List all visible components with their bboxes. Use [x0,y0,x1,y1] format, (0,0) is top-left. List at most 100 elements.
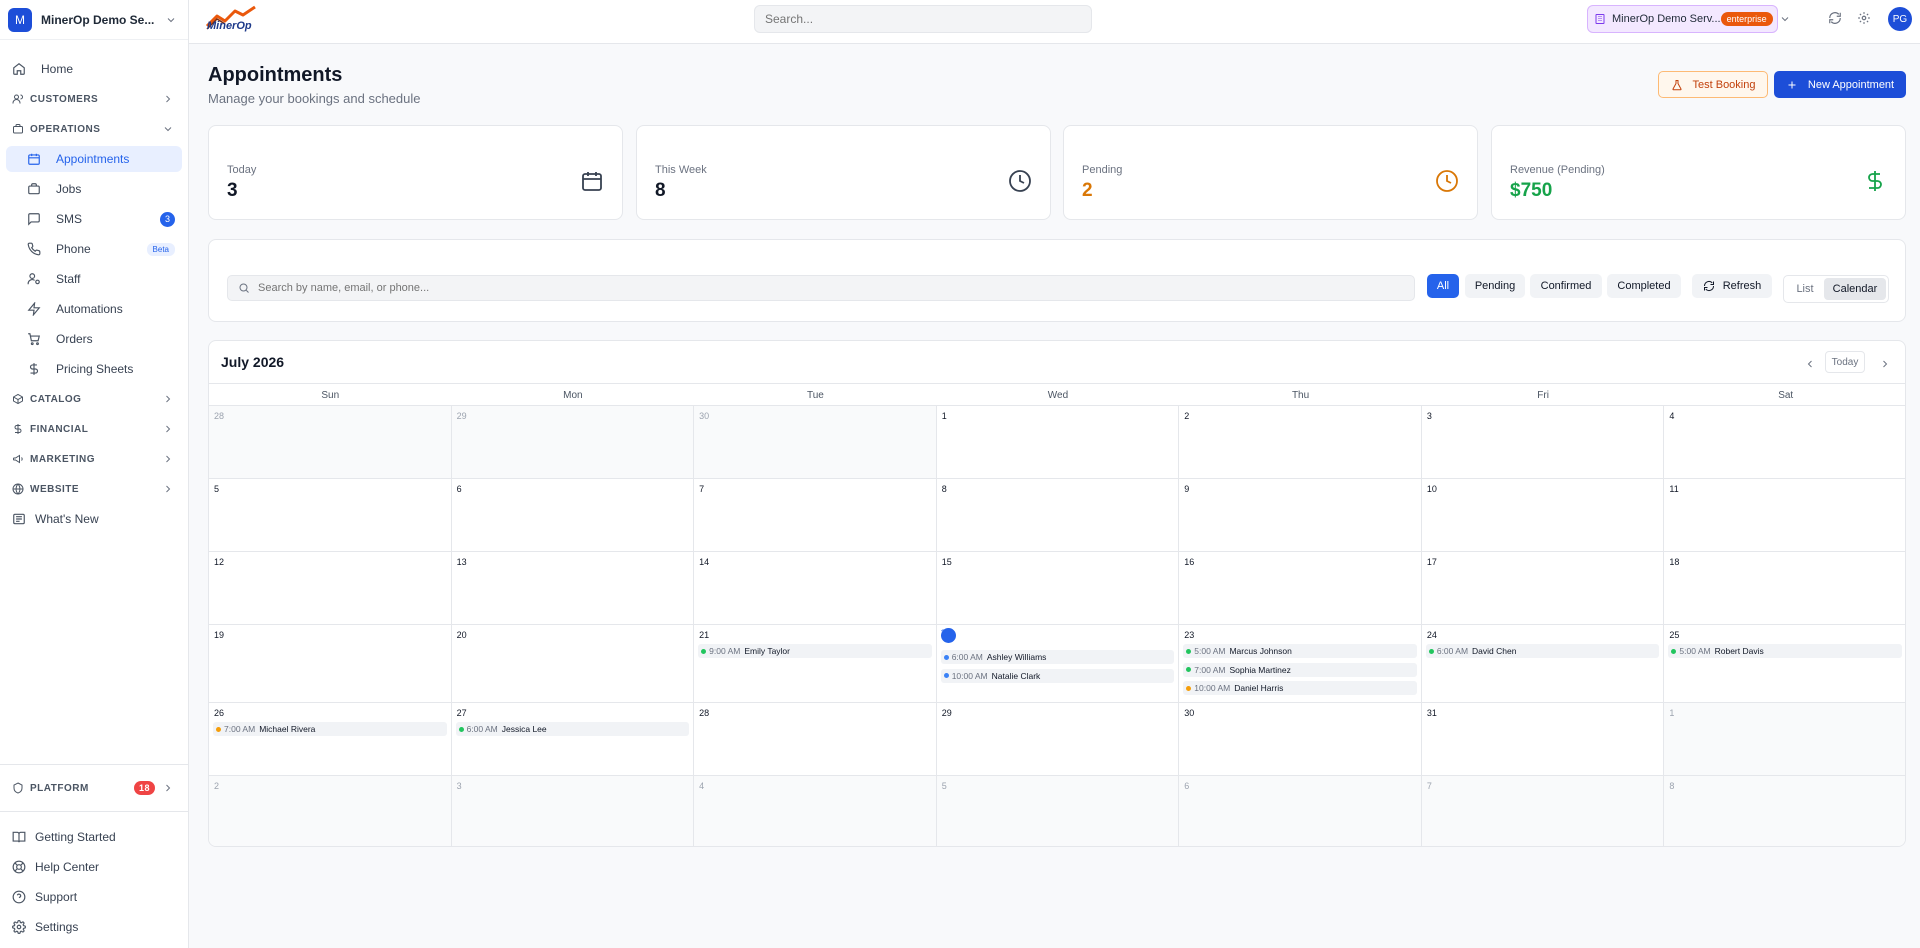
calendar-day-cell[interactable]: 24 6:00 AM David Chen [1421,624,1665,702]
calendar-day-cell[interactable]: 29 [451,405,695,478]
calendar-day-cell[interactable]: 5 [209,478,452,551]
calendar-day-cell[interactable]: 3 [1421,405,1665,478]
sidebar-item-help-center[interactable]: Help Center [6,854,182,880]
calendar-day-cell[interactable]: 30 [694,405,937,478]
calendar-day-cell[interactable]: 9 [1179,478,1422,551]
calendar-day-cell[interactable]: 21 9:00 AM Emily Taylor [694,624,937,702]
appointment-event[interactable]: 7:00 AM Sophia Martinez [1183,662,1417,677]
view-calendar-button[interactable]: Calendar [1824,278,1886,300]
calendar-day-cell[interactable]: 20 [451,624,695,702]
calendar-day-cell[interactable]: 7 [694,478,937,551]
calendar-day-cell[interactable]: 13 [451,551,695,624]
filter-completed-button[interactable]: Completed [1607,274,1681,298]
new-appointment-button[interactable]: New Appointment [1774,71,1906,98]
calendar-day-cell[interactable]: 2 [1179,405,1422,478]
sidebar-section-customers[interactable]: CUSTOMERS [6,86,182,112]
calendar-day-cell[interactable]: 8 [936,478,1180,551]
calendar-day-cell[interactable]: 27 6:00 AM Jessica Lee [451,702,695,775]
workspace-switcher[interactable]: M MinerOp Demo Se... [0,0,188,40]
sidebar-item-phone[interactable]: Phone Beta [6,236,182,262]
appointment-event[interactable]: 6:00 AM David Chen [1425,644,1660,658]
calendar-day-cell[interactable]: 17 [1421,551,1665,624]
sidebar-item-support[interactable]: Support [6,884,182,910]
event-time: 9:00 AM [709,646,741,656]
test-booking-button[interactable]: Test Booking [1658,71,1768,98]
calendar-today-button[interactable]: Today [1825,351,1865,373]
status-dot [1186,667,1192,672]
sidebar-item-jobs[interactable]: Jobs [6,176,182,202]
stat-card-this-week: This Week 8 [636,125,1051,220]
calendar-day-cell[interactable]: 19 [209,624,452,702]
sidebar-section-catalog[interactable]: CATALOG [6,386,182,412]
appointment-event[interactable]: 5:00 AM Marcus Johnson [1183,644,1417,658]
calendar-day-cell[interactable]: 25 5:00 AM Robert Davis [1664,624,1905,702]
calendar-day-cell[interactable]: 14 [694,551,937,624]
calendar-day-cell[interactable]: 12 [209,551,452,624]
calendar-day-cell[interactable]: 31 [1421,702,1665,775]
filter-pending-button[interactable]: Pending [1465,274,1525,298]
user-avatar[interactable]: PG [1888,7,1912,31]
appointment-event[interactable]: 9:00 AM Emily Taylor [698,644,932,658]
global-search-input[interactable] [754,5,1092,33]
calendar-day-cell[interactable]: 4 [694,775,937,846]
sidebar-section-operations[interactable]: OPERATIONS [6,116,182,142]
calendar-day-cell[interactable]: 10 [1421,478,1665,551]
calendar-day-cell[interactable]: 23 5:00 AM Marcus Johnson 7:00 AM Sophia Mar… [1179,624,1422,702]
calendar-day-cell[interactable]: 26 7:00 AM Michael Rivera [209,702,452,775]
appointment-event[interactable]: 5:00 AM Robert Davis [1668,644,1902,658]
calendar-day-cell[interactable]: 18 [1664,551,1905,624]
stat-value: 2 [1082,180,1093,201]
calendar-day-cell[interactable]: 3 [451,775,695,846]
calendar-day-cell[interactable]: 22 6:00 AM Ashley Williams 10:00 AM Natalie … [936,624,1180,702]
sidebar-item-appointments[interactable]: Appointments [6,146,182,172]
sidebar-item-whats-new[interactable]: What's New [6,506,182,532]
sidebar-item-automations[interactable]: Automations [6,296,182,322]
sidebar-item-sms[interactable]: SMS 3 [6,206,182,232]
sidebar-item-settings[interactable]: Settings [6,914,182,940]
filter-confirmed-button[interactable]: Confirmed [1530,274,1602,298]
filter-all-button[interactable]: All [1427,274,1459,298]
sidebar-item-orders[interactable]: Orders [6,326,182,352]
event-time: 5:00 AM [1194,646,1226,656]
calendar-day-cell[interactable]: 16 [1179,551,1422,624]
chevron-down-icon [161,122,175,136]
appointment-event[interactable]: 7:00 AM Michael Rivera [213,722,447,736]
chevron-left-icon[interactable] [1803,354,1817,374]
refresh-icon[interactable] [1828,11,1842,25]
appointment-event[interactable]: 6:00 AM Jessica Lee [455,722,690,736]
sidebar-item-staff[interactable]: Staff [6,266,182,292]
calendar-day-cell[interactable]: 6 [451,478,695,551]
sidebar-section-website[interactable]: WEBSITE [6,476,182,502]
calendar-day-cell[interactable]: 30 [1179,702,1422,775]
sidebar-nav: Home CUSTOMERS OPERATIONS Appointments J… [0,40,188,532]
sidebar-section-marketing[interactable]: MARKETING [6,446,182,472]
calendar-day-cell[interactable]: 4 [1664,405,1905,478]
appointment-event[interactable]: 6:00 AM Ashley Williams [940,650,1175,664]
calendar-day-cell[interactable]: 15 [936,551,1180,624]
sidebar-section-financial[interactable]: FINANCIAL [6,416,182,442]
sidebar-section-platform[interactable]: PLATFORM 18 [6,775,182,801]
appointment-event[interactable]: 10:00 AM Daniel Harris [1183,681,1417,695]
calendar-day-cell[interactable]: 29 [936,702,1180,775]
weekday-label: Sun [321,389,340,401]
account-switcher[interactable]: MinerOp Demo Serv... enterprise [1587,5,1788,33]
sidebar-item-home[interactable]: Home [6,56,182,82]
sidebar-item-getting-started[interactable]: Getting Started [6,824,182,850]
calendar-day-cell[interactable]: 1 [936,405,1180,478]
refresh-button[interactable]: Refresh [1692,274,1772,298]
calendar-day-cell[interactable]: 2 [209,775,452,846]
chevron-right-icon[interactable] [1878,354,1892,374]
calendar-day-cell[interactable]: 1 [1664,702,1905,775]
gear-icon[interactable] [1857,11,1871,25]
view-list-button[interactable]: List [1786,278,1824,300]
calendar-day-cell[interactable]: 28 [209,405,452,478]
calendar-day-cell[interactable]: 11 [1664,478,1905,551]
appointment-event[interactable]: 10:00 AM Natalie Clark [940,668,1175,683]
appointment-search-input[interactable] [256,276,1406,300]
calendar-day-cell[interactable]: 6 [1179,775,1422,846]
calendar-day-cell[interactable]: 7 [1421,775,1665,846]
calendar-day-cell[interactable]: 8 [1664,775,1905,846]
sidebar-item-pricing-sheets[interactable]: Pricing Sheets [6,356,182,382]
calendar-day-cell[interactable]: 5 [936,775,1180,846]
calendar-day-cell[interactable]: 28 [694,702,937,775]
